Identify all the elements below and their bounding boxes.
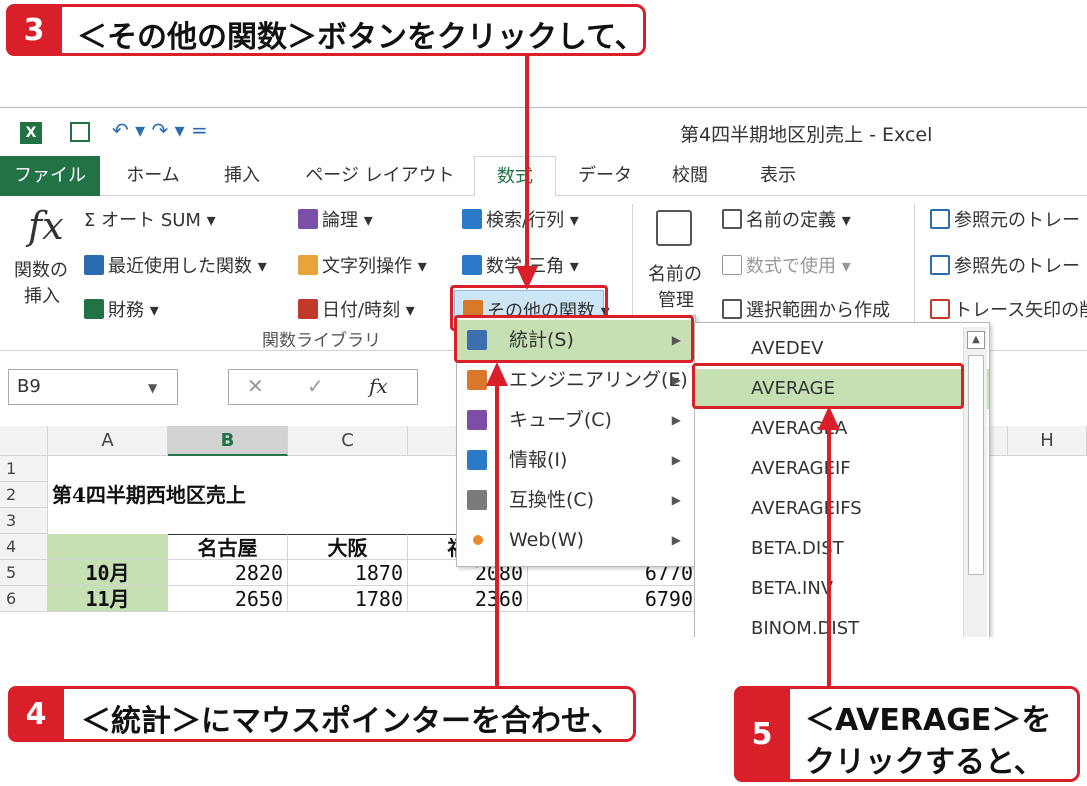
- arrow-3: [516, 56, 538, 290]
- callout-text-line2: クリックすると、: [805, 745, 1044, 780]
- callout-step-5: 5 ＜AVERAGE＞を クリックすると、: [734, 686, 1080, 782]
- callout-step-4: 4 ＜統計＞にマウスポインターを合わせ、: [8, 686, 636, 742]
- callout-text: ＜統計＞にマウスポインターを合わせ、: [81, 704, 621, 739]
- arrow-5: [818, 406, 840, 688]
- callout-text-line1: ＜AVERAGE＞を: [805, 703, 1052, 738]
- step-number: 5: [734, 686, 790, 782]
- pointer-arrows: [486, 56, 840, 688]
- step-number: 4: [8, 686, 64, 742]
- arrow-4: [486, 362, 508, 688]
